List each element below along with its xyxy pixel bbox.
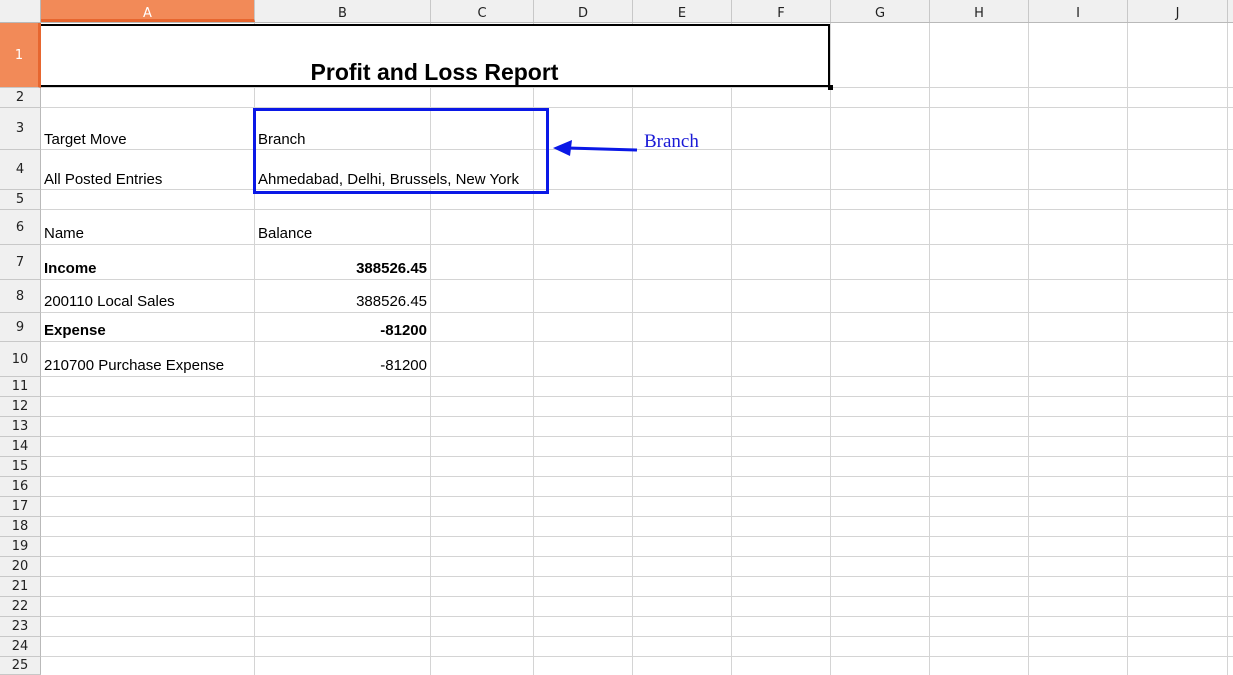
row-header-18[interactable]: 18 — [0, 517, 41, 537]
target-move-label: Target Move — [44, 131, 127, 148]
row-header-7[interactable]: 7 — [0, 245, 41, 280]
line-name: 210700 Purchase Expense — [44, 357, 225, 374]
row-header-21[interactable]: 21 — [0, 577, 41, 597]
column-header-a[interactable]: A — [41, 0, 255, 22]
branch-highlight-box — [253, 108, 549, 194]
column-header-c[interactable]: C — [431, 0, 534, 22]
select-all-corner[interactable] — [0, 0, 41, 22]
line-balance: 388526.45 — [356, 260, 427, 277]
line-name: 200110 Local Sales — [44, 293, 175, 310]
row-header-15[interactable]: 15 — [0, 457, 41, 477]
row-header-23[interactable]: 23 — [0, 617, 41, 637]
line-balance: 388526.45 — [356, 293, 427, 310]
row-header-4[interactable]: 4 — [0, 150, 41, 190]
column-header-h[interactable]: H — [930, 0, 1029, 22]
fill-handle[interactable] — [828, 85, 833, 90]
row-header-8[interactable]: 8 — [0, 280, 41, 313]
row-header-20[interactable]: 20 — [0, 557, 41, 577]
row-header-3[interactable]: 3 — [0, 108, 41, 150]
name-header: Name — [44, 225, 85, 242]
row-header-22[interactable]: 22 — [0, 597, 41, 617]
row-header-25[interactable]: 25 — [0, 657, 41, 675]
row-header-17[interactable]: 17 — [0, 497, 41, 517]
report-title: Profit and Loss Report — [310, 59, 559, 85]
line-name: Income — [44, 260, 97, 277]
row-header-9[interactable]: 9 — [0, 313, 41, 342]
line-name: Expense — [44, 322, 106, 339]
row-header-24[interactable]: 24 — [0, 637, 41, 657]
column-header-bar: A B C D E F G H I J — [0, 0, 1233, 23]
row-header-2[interactable]: 2 — [0, 88, 41, 108]
column-header-b[interactable]: B — [255, 0, 431, 22]
row-header-10[interactable]: 10 — [0, 342, 41, 377]
column-header-j[interactable]: J — [1128, 0, 1228, 22]
column-header-f[interactable]: F — [732, 0, 831, 22]
annotation-label: Branch — [644, 131, 699, 152]
row-header-12[interactable]: 12 — [0, 397, 41, 417]
line-balance: -81200 — [380, 322, 427, 339]
row-header-6[interactable]: 6 — [0, 210, 41, 245]
column-header-d[interactable]: D — [534, 0, 633, 22]
line-balance: -81200 — [380, 357, 427, 374]
balance-header: Balance — [258, 225, 313, 242]
row-header-16[interactable]: 16 — [0, 477, 41, 497]
row-header-5[interactable]: 5 — [0, 190, 41, 210]
column-header-g[interactable]: G — [831, 0, 930, 22]
row-header-11[interactable]: 11 — [0, 377, 41, 397]
row-header-14[interactable]: 14 — [0, 437, 41, 457]
row-header-13[interactable]: 13 — [0, 417, 41, 437]
column-header-i[interactable]: I — [1029, 0, 1128, 22]
annotation-arrow-icon — [553, 140, 638, 156]
row-header-19[interactable]: 19 — [0, 537, 41, 557]
column-header-e[interactable]: E — [633, 0, 732, 22]
posted-entries-label: All Posted Entries — [44, 171, 163, 188]
